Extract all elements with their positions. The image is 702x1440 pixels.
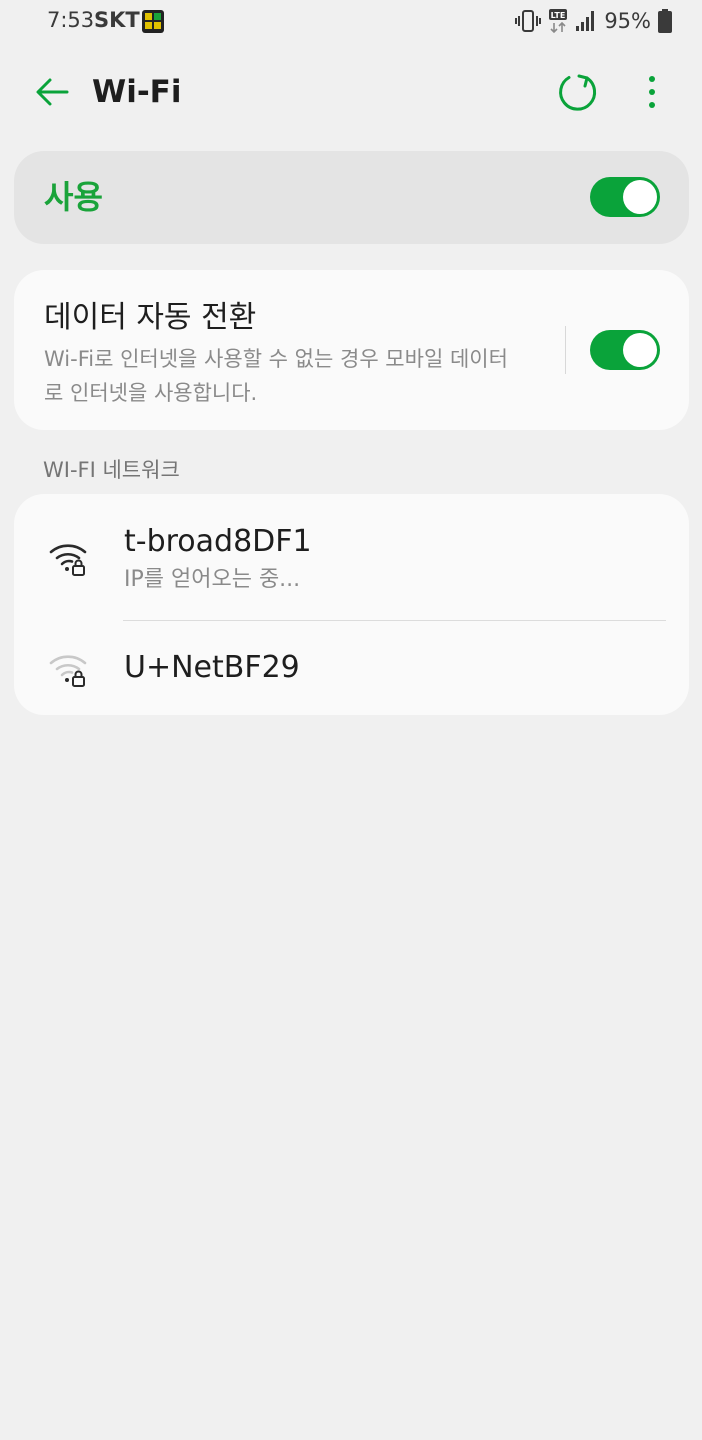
status-time: 7:53: [47, 8, 95, 32]
more-vertical-icon: [649, 76, 655, 108]
svg-text:LTE: LTE: [551, 11, 566, 20]
auto-data-switch-title: 데이터 자동 전환: [44, 300, 257, 335]
list-divider: [123, 620, 666, 621]
auto-data-switch-toggle[interactable]: [590, 330, 660, 370]
wifi-master-switch-row[interactable]: 사용: [14, 151, 689, 244]
battery-percent: 95%: [604, 9, 651, 33]
auto-data-switch-description: Wi-Fi로 인터넷을 사용할 수 없는 경우 모바일 데이터로 인터넷을 사용…: [44, 347, 508, 405]
wifi-locked-icon: [49, 655, 87, 687]
toggle-knob: [623, 180, 657, 214]
status-carrier: SKT: [94, 8, 140, 32]
sim-icon: [142, 10, 164, 33]
wifi-master-toggle[interactable]: [590, 177, 660, 217]
network-item[interactable]: U+NetBF29: [14, 622, 689, 715]
refresh-icon: [559, 74, 597, 111]
auto-data-switch-row[interactable]: 데이터 자동 전환 Wi-Fi로 인터넷을 사용할 수 없는 경우 모바일 데이…: [14, 270, 689, 430]
refresh-button[interactable]: [556, 70, 600, 114]
status-icons: LTE 95%: [515, 6, 672, 36]
status-bar: 7:53 SKT LTE 95%: [0, 0, 702, 44]
networks-section-header: WI-FI 네트워크: [43, 458, 180, 482]
page-title: Wi-Fi: [92, 74, 182, 110]
signal-icon: [576, 11, 595, 31]
back-arrow-icon: [36, 78, 69, 106]
toggle-knob: [623, 333, 657, 367]
lte-icon: LTE: [549, 9, 568, 34]
network-name: U+NetBF29: [124, 650, 300, 685]
more-options-button[interactable]: [630, 70, 674, 114]
network-list: t-broad8DF1 IP를 얻어오는 중... U+NetBF29: [14, 494, 689, 715]
vibrate-icon: [515, 10, 542, 32]
network-item[interactable]: t-broad8DF1 IP를 얻어오는 중...: [14, 494, 689, 621]
vertical-divider: [565, 326, 566, 374]
wifi-locked-icon: [49, 544, 87, 576]
app-bar: Wi-Fi: [0, 60, 702, 124]
network-status: IP를 얻어오는 중...: [124, 567, 301, 592]
battery-icon: [658, 9, 672, 33]
network-name: t-broad8DF1: [124, 524, 312, 559]
back-button[interactable]: [30, 72, 74, 112]
wifi-master-label: 사용: [44, 178, 103, 216]
